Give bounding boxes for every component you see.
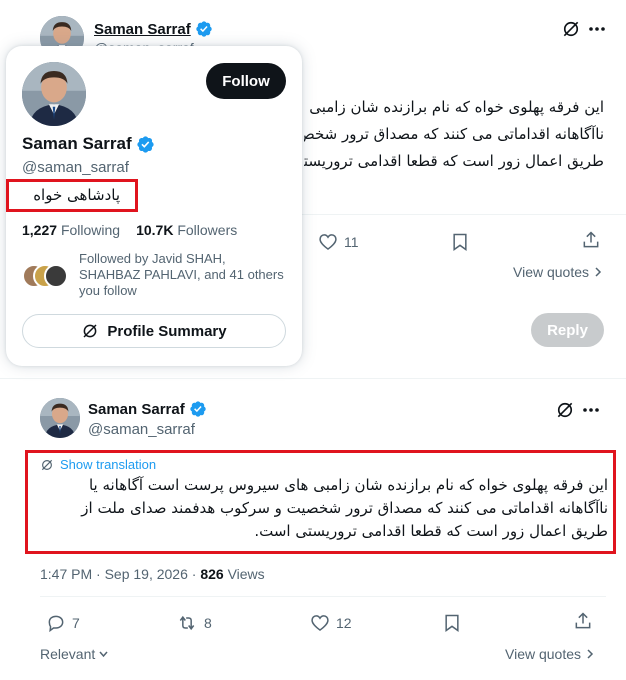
follow-button[interactable]: Follow: [206, 63, 286, 99]
bookmark-icon[interactable]: [450, 232, 470, 252]
tweet-text-line: این فرقه پهلوی خواه که نام برازنده شان ز…: [88, 476, 608, 494]
top-view-quotes-link[interactable]: View quotes: [513, 264, 603, 280]
repost-count: 8: [204, 615, 212, 631]
share-icon[interactable]: [573, 611, 593, 631]
tweet-text-line: این فرقه پهلوی خواه که نام برازنده شان ز…: [304, 98, 604, 116]
tweet-text-line: طریق اعمال زور است که قطعا اقدامی تروریس…: [304, 152, 604, 170]
hover-card-avatar[interactable]: [22, 62, 86, 126]
followed-by-text[interactable]: Followed by Javid SHAH, SHAHBAZ PAHLAVI,…: [79, 251, 289, 299]
view-quotes-link[interactable]: View quotes: [505, 646, 595, 662]
main-tweet-author-name[interactable]: Saman Sarraf: [88, 401, 185, 418]
followers-count: 10.7K: [136, 222, 174, 238]
tweet-text-line: ناآگاهانه اقداماتی می کنند که مصداق ترور…: [304, 125, 604, 143]
reply-icon: [48, 615, 64, 633]
chevron-down-icon: [99, 651, 108, 658]
reply-button[interactable]: Reply: [531, 313, 604, 347]
repost-icon: [179, 615, 195, 631]
view-quotes-label: View quotes: [505, 646, 582, 662]
main-tweet-text: این فرقه پهلوی خواه که نام برازنده شان ز…: [36, 474, 608, 543]
more-options-icon[interactable]: [581, 400, 601, 420]
repost-button[interactable]: 8: [176, 613, 212, 633]
like-count: 11: [344, 234, 359, 250]
grok-icon[interactable]: [561, 19, 581, 39]
following-count: 1,227: [22, 222, 58, 238]
heart-icon: [311, 615, 329, 632]
hover-card-handle[interactable]: @saman_sarraf: [22, 159, 129, 176]
share-icon[interactable]: [581, 230, 601, 250]
main-tweet-avatar[interactable]: [40, 398, 80, 438]
bookmark-icon[interactable]: [442, 613, 462, 633]
followers-label: Followers: [177, 222, 238, 238]
profile-summary-label: Profile Summary: [107, 322, 227, 340]
grok-icon[interactable]: [555, 400, 575, 420]
main-tweet-author-handle[interactable]: @saman_sarraf: [88, 421, 195, 438]
top-tweet-author-name[interactable]: Saman Sarraf: [94, 21, 191, 38]
profile-summary-button[interactable]: Profile Summary: [22, 314, 286, 348]
view-quotes-label: View quotes: [513, 264, 590, 280]
profile-hover-card: Follow Saman Sarraf @saman_sarraf پادشاه…: [6, 46, 302, 366]
tweet-metadata: 1:47 PM · Sep 19, 2026 · 826 Views: [40, 566, 265, 582]
views-label: Views: [223, 566, 265, 582]
top-tweet-text: این فرقه پهلوی خواه که نام برازنده شان ز…: [304, 94, 604, 175]
tweet-text-line: ناآگاهانه اقداماتی می کنند که مصداق ترور…: [81, 499, 608, 517]
verified-badge-icon: [136, 135, 155, 154]
views-count: 826: [200, 566, 224, 582]
reply-action-button[interactable]: 7: [46, 613, 80, 633]
following-link[interactable]: 1,227 Following: [22, 222, 120, 238]
followers-link[interactable]: 10.7K Followers: [136, 222, 237, 238]
chevron-right-icon: [587, 649, 594, 659]
timestamp[interactable]: 1:47 PM · Sep 19, 2026 ·: [40, 566, 200, 582]
like-button[interactable]: 12: [310, 613, 352, 633]
heart-icon: [319, 234, 337, 251]
tweet-text-line: طریق اعمال زور است که قطعا اقدامی تروریس…: [254, 522, 608, 540]
sort-label: Relevant: [40, 646, 96, 662]
more-options-icon[interactable]: [587, 19, 607, 39]
followed-by-avatars: [22, 264, 68, 288]
follower-avatar: [44, 264, 68, 288]
following-label: Following: [60, 222, 121, 238]
sort-dropdown[interactable]: Relevant: [40, 646, 109, 662]
verified-badge-icon: [189, 400, 207, 418]
top-tweet-like-button[interactable]: 11: [318, 232, 359, 252]
hover-card-name[interactable]: Saman Sarraf: [22, 134, 132, 154]
verified-badge-icon: [195, 20, 213, 38]
hover-card-bio: پادشاهی خواه: [33, 186, 120, 204]
grok-icon: [81, 322, 99, 340]
chevron-right-icon: [595, 267, 602, 277]
like-count: 12: [336, 615, 352, 631]
reply-count: 7: [72, 615, 80, 631]
